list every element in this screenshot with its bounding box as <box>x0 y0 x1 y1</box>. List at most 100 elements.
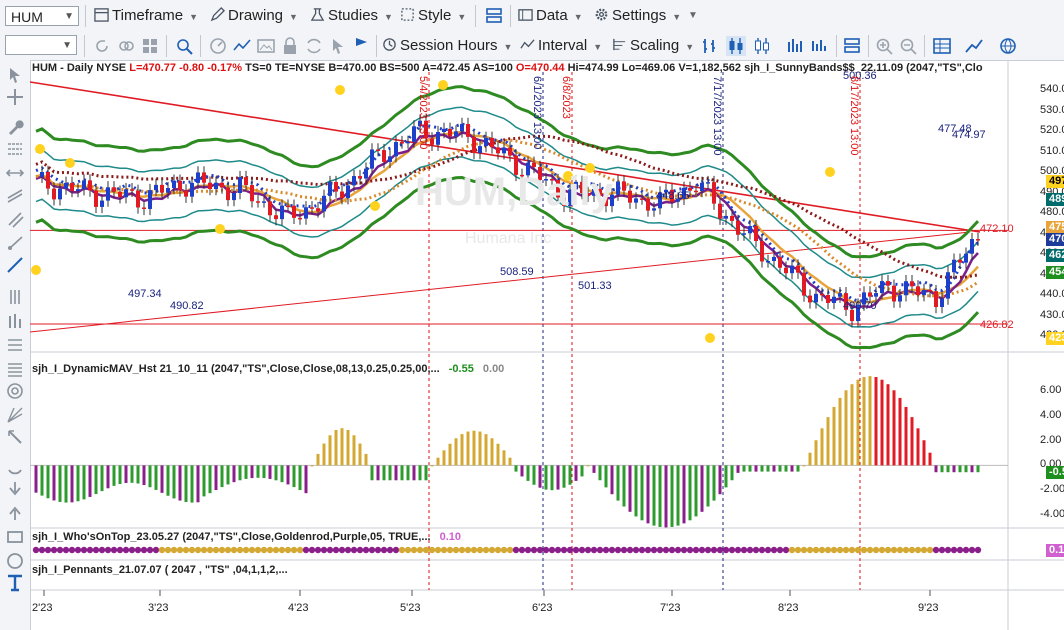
layout-icon[interactable] <box>484 6 504 26</box>
diagonal-icon[interactable] <box>6 428 24 446</box>
pointer-icon[interactable] <box>6 66 24 84</box>
whos-on-top-dot <box>128 546 136 554</box>
candle-body <box>808 295 812 303</box>
data-button[interactable]: Data ▼ <box>518 4 583 28</box>
oscillator-bar <box>118 465 122 485</box>
divider <box>200 35 201 57</box>
hlines-icon[interactable] <box>6 336 24 354</box>
vertical-lines-icon[interactable] <box>6 288 24 306</box>
trend-icon[interactable] <box>964 36 984 56</box>
settings-button[interactable]: Settings ▼ <box>594 4 681 28</box>
ray-icon[interactable] <box>6 234 24 252</box>
candle-body <box>496 147 500 154</box>
channel-icon[interactable] <box>6 186 24 204</box>
lock-icon[interactable] <box>280 36 300 56</box>
oscillator-bar <box>616 465 620 501</box>
wrench-icon[interactable] <box>6 118 24 136</box>
fib-tool-icon[interactable] <box>6 140 24 158</box>
style-button[interactable]: Style ▼ <box>400 4 466 28</box>
bars-tool-icon[interactable] <box>6 312 24 330</box>
whos-on-top-dot <box>656 546 664 554</box>
template-dropdown[interactable]: ▼ <box>5 35 77 55</box>
style-icon <box>401 8 414 21</box>
flag-icon[interactable] <box>352 36 372 56</box>
session-hours-button[interactable]: Session Hours ▼ <box>382 34 512 58</box>
candle-body <box>88 180 92 191</box>
parallel-lines-icon[interactable] <box>6 210 24 228</box>
candle-body <box>796 265 800 273</box>
target-icon[interactable] <box>6 382 24 400</box>
whos-on-top-dot <box>440 546 448 554</box>
price-tag: 423.28 <box>1046 332 1064 345</box>
measure-icon[interactable] <box>6 164 24 182</box>
oscillator-axis-label: -4.00 <box>1040 508 1064 520</box>
studies-button[interactable]: Studies ▼ <box>310 4 393 28</box>
gann-icon[interactable] <box>6 406 24 424</box>
scaling-button[interactable]: Scaling ▼ <box>612 34 694 58</box>
arrow-down-icon[interactable] <box>6 480 24 498</box>
candle-body <box>838 293 842 297</box>
image-icon[interactable] <box>256 36 276 56</box>
overflow-chevron-icon[interactable]: ▼ <box>688 4 698 28</box>
candlestick-icon[interactable] <box>726 36 746 56</box>
globe-icon[interactable] <box>998 36 1018 56</box>
oscillator-bar <box>172 465 176 499</box>
zoom-in-icon[interactable] <box>874 36 894 56</box>
bar-chart-icon[interactable] <box>700 36 720 56</box>
panes-icon[interactable] <box>842 36 862 56</box>
whos-on-top-dot <box>950 546 958 554</box>
whos-on-top-dot <box>650 546 658 554</box>
whos-on-top-dot <box>914 546 922 554</box>
grid-icon[interactable] <box>140 36 160 56</box>
rectangle-icon[interactable] <box>6 528 24 546</box>
candle-body <box>484 137 488 147</box>
candle-body <box>100 200 104 207</box>
crosshair-icon[interactable] <box>6 88 24 106</box>
volume-bars-icon[interactable] <box>786 36 806 56</box>
cursor-icon[interactable] <box>328 36 348 56</box>
hollow-candle-icon[interactable] <box>752 36 772 56</box>
chart-area[interactable]: HUM,Daily Humana Inc HUM - Daily NYSE L=… <box>30 60 1064 630</box>
list-icon[interactable] <box>6 360 24 378</box>
link-icon[interactable] <box>116 36 136 56</box>
zoom-out-icon[interactable] <box>898 36 918 56</box>
ellipse-icon[interactable] <box>6 552 24 570</box>
oscillator-bar <box>184 465 188 502</box>
arc-icon[interactable] <box>6 458 24 476</box>
arrow-up-icon[interactable] <box>6 504 24 522</box>
header-ask-size: AS=100 <box>472 62 513 74</box>
symbol-dropdown[interactable]: HUM ▼ <box>5 6 79 26</box>
line-chart-icon[interactable] <box>810 36 830 56</box>
whos-on-top-dot <box>866 546 874 554</box>
drawing-button[interactable]: Drawing ▼ <box>210 4 298 28</box>
timeframe-button[interactable]: Timeframe ▼ <box>94 4 198 28</box>
oscillator-bar <box>712 465 716 501</box>
lines-icon[interactable] <box>232 36 252 56</box>
price-chart[interactable] <box>30 60 1064 630</box>
pane3-title: sjh_I_Who'sOnTop_23.05.27 (2047,"TS",Clo… <box>32 531 461 543</box>
whos-on-top-dot <box>704 546 712 554</box>
date-marker: 7/17/2023 13:00 <box>711 76 723 156</box>
sync-icon[interactable] <box>304 36 324 56</box>
whos-on-top-dot <box>932 546 940 554</box>
time-axis-label: 8'23 <box>778 602 799 614</box>
oscillator-bar <box>688 465 692 521</box>
oscillator-bar <box>766 465 770 472</box>
candle-body <box>742 233 746 235</box>
oscillator-bar <box>400 465 404 481</box>
refresh-icon[interactable] <box>92 36 112 56</box>
zoom-chart-icon[interactable] <box>174 36 194 56</box>
oscillator-bar <box>514 465 518 472</box>
whos-on-top-dot <box>314 546 322 554</box>
oscillator-bar <box>310 465 314 467</box>
oscillator-bar <box>640 465 644 521</box>
trendline-icon[interactable] <box>6 256 24 274</box>
oscillator-bar <box>460 434 464 466</box>
oscillator-bar <box>40 465 44 496</box>
candle-body <box>436 132 440 145</box>
interval-button[interactable]: Interval ▼ <box>520 34 602 58</box>
table-icon[interactable] <box>932 36 952 56</box>
gauge-icon[interactable] <box>208 36 228 56</box>
whos-on-top-dot <box>398 546 406 554</box>
text-tool-icon[interactable] <box>6 574 24 592</box>
